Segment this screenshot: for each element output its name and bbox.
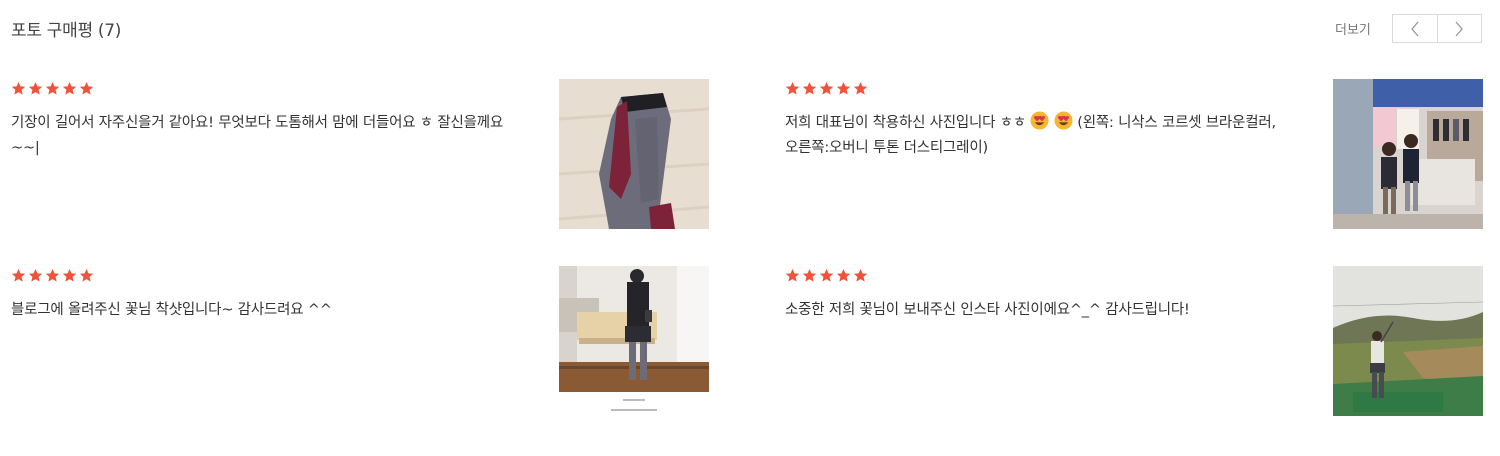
star-icon [79, 81, 94, 95]
star-icon [819, 81, 834, 95]
next-button[interactable] [1436, 15, 1482, 42]
star-icon [853, 81, 868, 95]
star-icon [79, 268, 94, 282]
star-rating [11, 268, 94, 283]
star-icon [62, 81, 77, 95]
star-icon [785, 81, 800, 95]
heart-eyes-emoji-icon [1030, 111, 1049, 130]
review-text: 기장이 길어서 자주신을거 같아요! 무엇보다 도톰해서 맘에 더들어요 ㅎ 잘… [11, 115, 504, 156]
star-icon [11, 81, 26, 95]
star-icon [785, 268, 800, 282]
review-text-part: 저희 대표님이 착용하신 사진입니다 ㅎㅎ [785, 115, 1027, 131]
chevron-left-icon [1410, 21, 1419, 36]
star-icon [28, 268, 43, 282]
star-icon [802, 268, 817, 282]
star-icon [836, 268, 851, 282]
mirror-selfie-photo [559, 266, 709, 416]
review-photo[interactable] [559, 79, 709, 229]
socks-photo [559, 79, 709, 229]
star-icon [819, 268, 834, 282]
star-icon [45, 268, 60, 282]
pager [1392, 14, 1482, 43]
star-rating [785, 268, 868, 283]
chevron-right-icon [1455, 21, 1464, 36]
review-photo[interactable] [1333, 266, 1483, 416]
review-photo[interactable] [559, 266, 709, 416]
star-rating [785, 81, 868, 96]
prev-button[interactable] [1393, 15, 1437, 42]
star-icon [853, 268, 868, 282]
photo-review-header: 포토 구매평 (7) 더보기 [0, 0, 1500, 56]
exhibition-photo [1333, 79, 1483, 229]
star-rating [11, 81, 94, 96]
review-photo[interactable] [1333, 79, 1483, 229]
star-icon [62, 268, 77, 282]
more-link[interactable]: 더보기 [1335, 19, 1371, 38]
heart-eyes-emoji-icon [1054, 111, 1073, 130]
star-icon [836, 81, 851, 95]
section-title: 포토 구매평 (7) [11, 21, 122, 41]
star-icon [28, 81, 43, 95]
star-icon [11, 268, 26, 282]
review-text: 소중한 저희 꽃님이 보내주신 인스타 사진이에요^_^ 감사드립니다! [785, 302, 1190, 318]
star-icon [45, 81, 60, 95]
star-icon [802, 81, 817, 95]
review-text: 블로그에 올려주신 꽃님 착샷입니다~ 감사드려요 ^^ [11, 302, 332, 318]
golf-range-photo [1333, 266, 1483, 416]
review-text: 저희 대표님이 착용하신 사진입니다 ㅎㅎ (왼쪽: 니삭스 코르셋 브라운컬러… [785, 111, 1305, 161]
